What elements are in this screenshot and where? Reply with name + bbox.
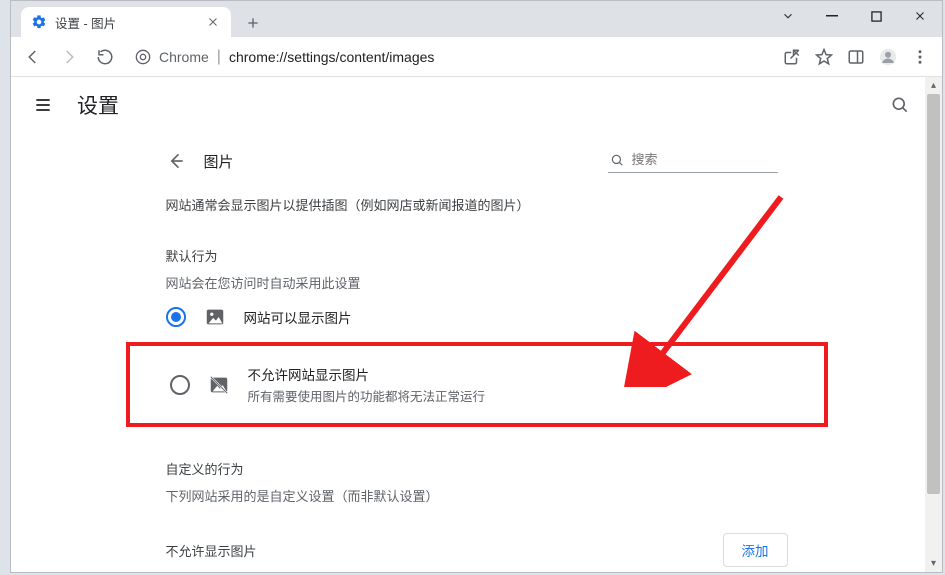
default-behavior-sub: 网站会在您访问时自动采用此设置 [144, 265, 810, 292]
add-button[interactable]: 添加 [723, 533, 788, 567]
gear-icon [31, 14, 47, 30]
image-off-icon [208, 374, 230, 396]
scroll-up-icon[interactable]: ▴ [925, 77, 942, 94]
tab-title: 设置 - 图片 [55, 13, 197, 32]
url-separator: | [217, 48, 221, 66]
app-search-button[interactable] [888, 93, 912, 117]
close-tab-button[interactable] [205, 14, 221, 30]
window-close-button[interactable] [898, 1, 942, 31]
page-content: 设置 图片 网站通常会显示图片以提供插图（例如网店或新闻报道的图片） [11, 77, 942, 572]
address-bar[interactable]: Chrome | chrome://settings/content/image… [127, 42, 770, 72]
image-icon [204, 306, 226, 328]
option-block-label: 不允许网站显示图片 [248, 364, 486, 384]
toolbar: Chrome | chrome://settings/content/image… [11, 37, 942, 77]
chrome-logo-icon [135, 49, 151, 65]
window-minimize-button[interactable] [810, 1, 854, 31]
window-maximize-button[interactable] [854, 1, 898, 31]
intro-text: 网站通常会显示图片以提供插图（例如网店或新闻报道的图片） [144, 195, 810, 214]
browser-window: 设置 - 图片 Chrome | chrome://settings/conte… [10, 0, 943, 573]
custom-behavior-heading: 自定义的行为 [144, 427, 810, 478]
hamburger-menu-button[interactable] [31, 93, 55, 117]
reload-button[interactable] [91, 43, 119, 71]
option-allow-label: 网站可以显示图片 [244, 307, 352, 327]
settings-card: 图片 网站通常会显示图片以提供插图（例如网店或新闻报道的图片） 默认行为 网站会… [144, 133, 810, 572]
share-icon[interactable] [778, 43, 806, 71]
url-scheme: Chrome [159, 49, 209, 65]
back-button[interactable] [19, 43, 47, 71]
default-behavior-heading: 默认行为 [144, 214, 810, 265]
block-list-heading: 不允许显示图片 [166, 541, 257, 560]
highlight-box: 不允许网站显示图片 所有需要使用图片的功能都将无法正常运行 [126, 342, 828, 427]
browser-tab[interactable]: 设置 - 图片 [21, 7, 231, 37]
forward-button[interactable] [55, 43, 83, 71]
scroll-down-icon[interactable]: ▾ [925, 555, 942, 572]
option-block-sub: 所有需要使用图片的功能都将无法正常运行 [248, 386, 486, 405]
url-path: chrome://settings/content/images [229, 49, 434, 65]
radio-block[interactable] [170, 375, 190, 395]
vertical-scrollbar[interactable]: ▴ ▾ [925, 77, 942, 572]
titlebar: 设置 - 图片 [11, 1, 942, 37]
kebab-menu-icon[interactable] [906, 43, 934, 71]
window-controls [766, 1, 942, 31]
bookmark-icon[interactable] [810, 43, 838, 71]
app-title: 设置 [77, 90, 119, 120]
inline-search-input[interactable] [630, 151, 760, 168]
option-allow-images[interactable]: 网站可以显示图片 [144, 292, 810, 342]
window-dropdown-icon[interactable] [766, 1, 810, 31]
radio-allow[interactable] [166, 307, 186, 327]
back-arrow-button[interactable] [166, 151, 186, 171]
custom-behavior-sub: 下列网站采用的是自定义设置（而非默认设置） [144, 478, 810, 505]
profile-icon[interactable] [874, 43, 902, 71]
inline-search[interactable] [608, 149, 778, 173]
settings-header: 设置 [11, 77, 942, 133]
new-tab-button[interactable] [239, 9, 267, 37]
option-block-images[interactable]: 不允许网站显示图片 所有需要使用图片的功能都将无法正常运行 [148, 346, 806, 423]
search-icon [610, 153, 624, 167]
scroll-thumb[interactable] [927, 94, 940, 494]
side-panel-icon[interactable] [842, 43, 870, 71]
page-title: 图片 [204, 151, 590, 172]
